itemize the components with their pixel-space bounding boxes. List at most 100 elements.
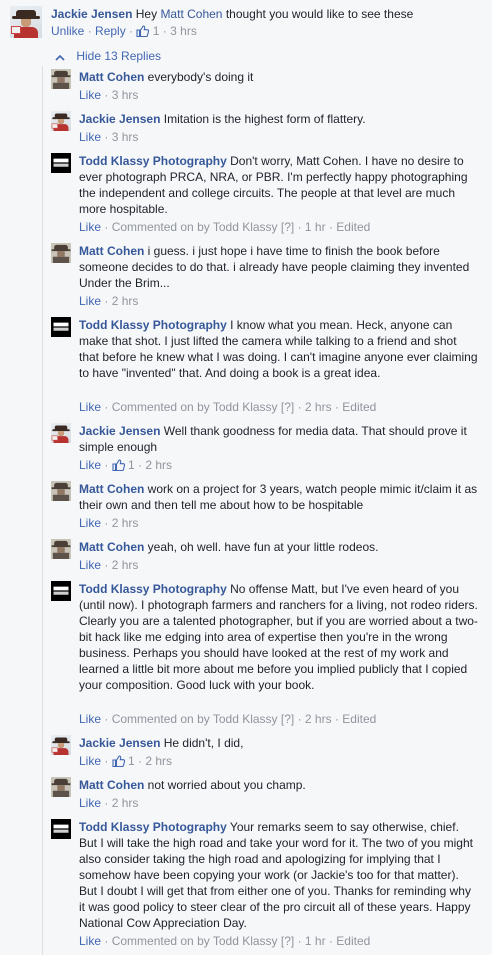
commented-on-by[interactable]: Commented on by Todd Klassy [?] — [112, 934, 295, 948]
like-link[interactable]: Like — [79, 934, 101, 948]
avatar[interactable] — [51, 777, 71, 797]
comment-text: yeah, oh well. have fun at your little r… — [144, 540, 379, 554]
mention-link[interactable]: Matt Cohen — [160, 7, 222, 21]
avatar[interactable] — [51, 153, 71, 173]
comment-actions: Like · 3 hrs — [79, 88, 139, 102]
author-name[interactable]: Matt Cohen — [79, 244, 144, 258]
author-name[interactable]: Matt Cohen — [79, 540, 144, 554]
chevron-up-icon — [55, 48, 65, 66]
author-name[interactable]: Matt Cohen — [79, 70, 144, 84]
timestamp[interactable]: 2 hrs — [305, 712, 332, 726]
timestamp[interactable]: 2 hrs — [112, 558, 139, 572]
hide-replies-label: Hide 13 Replies — [76, 49, 162, 63]
like-link[interactable]: Like — [79, 754, 101, 768]
like-link[interactable]: Like — [79, 458, 101, 472]
thumbs-up-icon — [112, 459, 125, 475]
avatar[interactable] — [51, 69, 71, 89]
author-name[interactable]: Jackie Jensen — [79, 424, 160, 438]
avatar[interactable] — [51, 481, 71, 501]
edited-label[interactable]: Edited — [336, 934, 370, 948]
commented-on-by[interactable]: Commented on by Todd Klassy [?] — [112, 220, 295, 234]
commented-on-by[interactable]: Commented on by Todd Klassy [?] — [112, 712, 295, 726]
like-link[interactable]: Like — [79, 516, 101, 530]
timestamp[interactable]: 2 hrs — [112, 516, 139, 530]
timestamp[interactable]: 2 hrs — [145, 754, 172, 768]
comment-actions: Like · Commented on by Todd Klassy [?] ·… — [79, 712, 377, 726]
comment-text: Hey — [135, 7, 158, 21]
comment-actions: Like · 2 hrs — [79, 516, 139, 530]
like-link[interactable]: Like — [79, 400, 101, 414]
timestamp[interactable]: 3 hrs — [112, 88, 139, 102]
author-name[interactable]: Matt Cohen — [79, 778, 144, 792]
timestamp[interactable]: 3 hrs — [170, 24, 197, 38]
comment-text: Your remarks seem to say otherwise, chie… — [79, 820, 473, 930]
comment-body: Jackie Jensen Hey Matt Cohen thought you… — [51, 6, 481, 22]
avatar[interactable] — [51, 111, 71, 131]
comment-actions: Like · 1 · 2 hrs — [79, 753, 172, 771]
avatar[interactable] — [51, 735, 71, 755]
comment-body: Todd Klassy Photography I know what you … — [79, 317, 479, 381]
comment-actions: Like · 2 hrs — [79, 294, 139, 308]
comment-text: everybody's doing it — [144, 70, 254, 84]
author-name[interactable]: Jackie Jensen — [79, 736, 160, 750]
author-name[interactable]: Todd Klassy Photography — [79, 582, 227, 596]
like-count[interactable]: 1 — [125, 458, 135, 472]
timestamp[interactable]: 2 hrs — [305, 400, 332, 414]
like-count[interactable]: 1 — [125, 754, 135, 768]
hide-replies-toggle[interactable]: Hide 13 Replies — [55, 47, 161, 65]
author-name[interactable]: Todd Klassy Photography — [79, 820, 227, 834]
like-link[interactable]: Like — [79, 294, 101, 308]
timestamp[interactable]: 2 hrs — [145, 458, 172, 472]
thread-line — [42, 66, 43, 955]
comment-body: Matt Cohen work on a project for 3 years… — [79, 481, 479, 513]
comment-body: Todd Klassy Photography Your remarks see… — [79, 819, 479, 931]
comment-body: Matt Cohen yeah, oh well. have fun at yo… — [79, 539, 479, 555]
comment-text-rest: thought you would like to see these — [225, 7, 414, 21]
comment-body: Todd Klassy Photography Don't worry, Mat… — [79, 153, 479, 217]
reply-link[interactable]: Reply — [95, 24, 126, 38]
like-link[interactable]: Like — [79, 88, 101, 102]
comment-actions: Like · 2 hrs — [79, 796, 139, 810]
comment-text: Imitation is the highest form of flatter… — [160, 112, 366, 126]
comment-actions: Like · Commented on by Todd Klassy [?] ·… — [79, 220, 371, 234]
author-name[interactable]: Todd Klassy Photography — [79, 154, 227, 168]
avatar[interactable] — [51, 317, 71, 337]
thumbs-up-icon — [136, 25, 150, 41]
like-link[interactable]: Like — [79, 558, 101, 572]
comment-actions: Like · Commented on by Todd Klassy [?] ·… — [79, 934, 371, 948]
comment-actions: Like · 1 · 2 hrs — [79, 457, 172, 475]
edited-label[interactable]: Edited — [336, 220, 370, 234]
author-name[interactable]: Todd Klassy Photography — [79, 318, 227, 332]
comment-text: not worried about you champ. — [144, 778, 306, 792]
comment-body: Jackie Jensen Imitation is the highest f… — [79, 111, 479, 127]
like-count[interactable]: 1 — [153, 24, 160, 38]
avatar[interactable] — [51, 423, 71, 443]
author-name[interactable]: Jackie Jensen — [51, 7, 132, 21]
author-name[interactable]: Matt Cohen — [79, 482, 144, 496]
avatar[interactable] — [51, 581, 71, 601]
like-link[interactable]: Like — [79, 712, 101, 726]
comment-body: Jackie Jensen He didn't, I did, — [79, 735, 479, 751]
avatar[interactable] — [51, 243, 71, 263]
avatar[interactable] — [10, 6, 42, 38]
unlike-link[interactable]: Unlike — [51, 24, 84, 38]
commented-on-by[interactable]: Commented on by Todd Klassy [?] — [112, 400, 295, 414]
comment-body: Matt Cohen i guess. i just hope i have t… — [79, 243, 479, 291]
like-link[interactable]: Like — [79, 130, 101, 144]
like-link[interactable]: Like — [79, 796, 101, 810]
timestamp[interactable]: 3 hrs — [112, 130, 139, 144]
timestamp[interactable]: 1 hr — [305, 220, 326, 234]
edited-label[interactable]: Edited — [342, 400, 376, 414]
edited-label[interactable]: Edited — [342, 712, 376, 726]
timestamp[interactable]: 2 hrs — [112, 294, 139, 308]
timestamp[interactable]: 2 hrs — [112, 796, 139, 810]
avatar[interactable] — [51, 819, 71, 839]
timestamp[interactable]: 1 hr — [305, 934, 326, 948]
top-comment: Jackie Jensen Hey Matt Cohen thought you… — [0, 0, 492, 42]
comment-body: Matt Cohen not worried about you champ. — [79, 777, 479, 793]
comment-actions: Unlike · Reply · 1 · 3 hrs — [51, 23, 197, 41]
comment-text: He didn't, I did, — [160, 736, 244, 750]
avatar[interactable] — [51, 539, 71, 559]
author-name[interactable]: Jackie Jensen — [79, 112, 160, 126]
like-link[interactable]: Like — [79, 220, 101, 234]
